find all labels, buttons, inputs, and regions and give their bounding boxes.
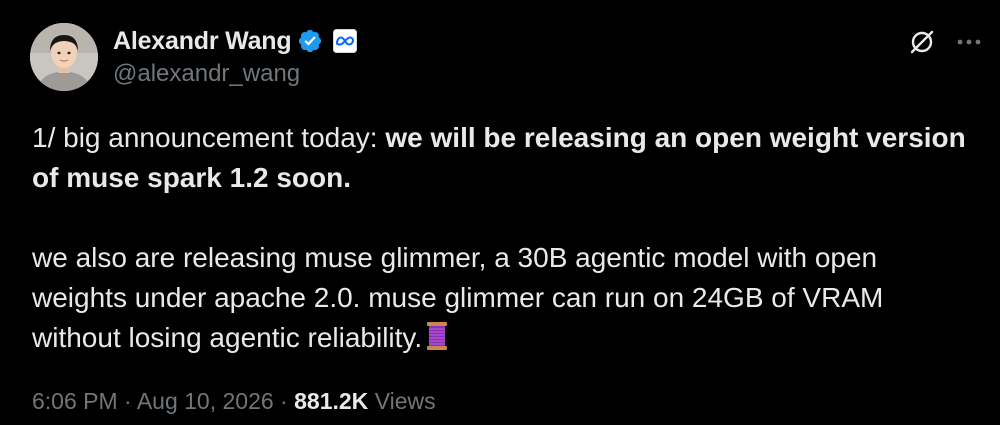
author-block: Alexandr Wang @alexandr_wang bbox=[113, 24, 358, 88]
meta-separator-2: · bbox=[273, 388, 295, 414]
tweet-paragraph-1: 1/ big announcement today: we will be re… bbox=[32, 118, 972, 198]
tweet-paragraph-2: we also are releasing muse glimmer, a 30… bbox=[32, 238, 972, 358]
tweet-text: 1/ big announcement today: we will be re… bbox=[32, 118, 972, 358]
name-row: Alexandr Wang bbox=[113, 24, 358, 58]
grok-icon[interactable] bbox=[908, 28, 936, 56]
tweet-text-para2: we also are releasing muse glimmer, a 30… bbox=[32, 242, 884, 353]
tweet-date[interactable]: Aug 10, 2026 bbox=[137, 388, 274, 414]
spool-of-thread-emoji-icon bbox=[426, 321, 448, 351]
verified-badge-icon[interactable] bbox=[297, 28, 323, 54]
handle[interactable]: @alexandr_wang bbox=[113, 60, 357, 88]
meta-logo-icon[interactable] bbox=[333, 29, 358, 53]
views-count[interactable]: 881.2K bbox=[294, 388, 368, 414]
more-icon[interactable] bbox=[954, 28, 984, 56]
display-name[interactable]: Alexandr Wang bbox=[113, 27, 292, 56]
avatar[interactable] bbox=[30, 23, 98, 91]
tweet-meta: 6:06 PM · Aug 10, 2026 · 881.2K Views bbox=[32, 388, 436, 415]
tweet-time[interactable]: 6:06 PM bbox=[32, 388, 118, 414]
views-label[interactable]: Views bbox=[375, 388, 436, 414]
tweet-text-normal: 1/ big announcement today: bbox=[32, 122, 386, 153]
meta-separator: · bbox=[117, 388, 137, 414]
tweet-card: Alexandr Wang @alexandr_wang 1/ big anno… bbox=[0, 0, 1000, 425]
